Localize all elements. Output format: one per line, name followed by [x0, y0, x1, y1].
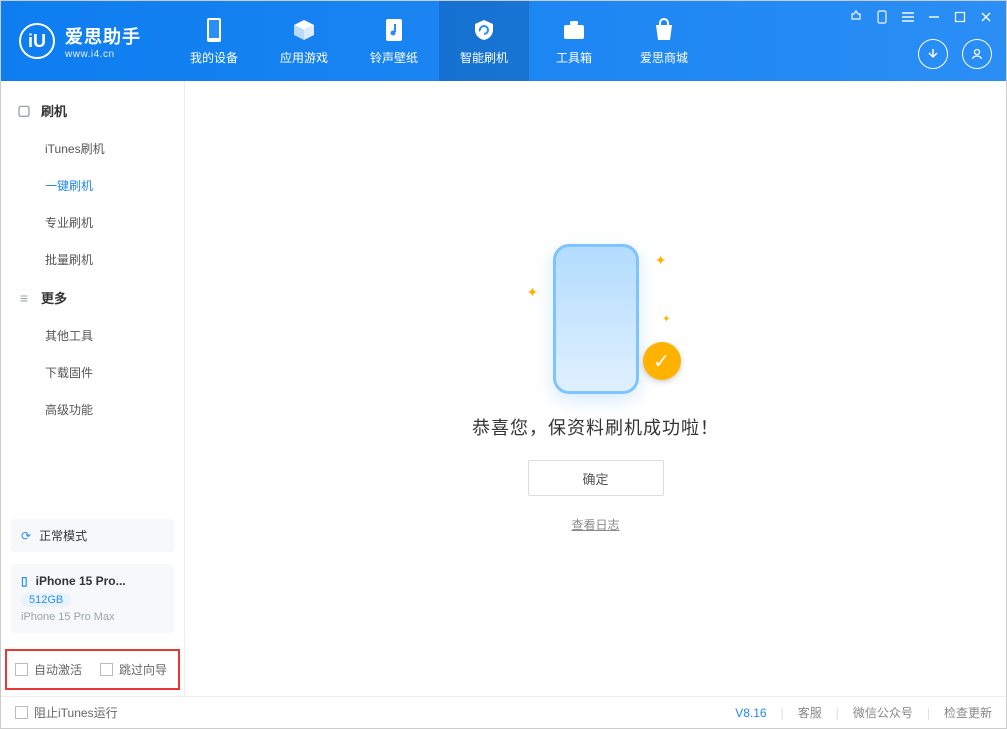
nav-store[interactable]: 爱思商城 [619, 1, 709, 81]
app-subtitle: www.i4.cn [65, 49, 141, 60]
cube-icon [291, 17, 317, 43]
music-icon [381, 17, 407, 43]
sparkle-icon: ✦ [655, 252, 667, 269]
bag-icon [651, 17, 677, 43]
app-title: 爱思助手 [65, 23, 141, 49]
app-window: iU 爱思助手 www.i4.cn 我的设备 应用游戏 铃声壁纸 智能刷机 [0, 0, 1007, 729]
nav-label: 我的设备 [190, 49, 238, 66]
nav-label: 工具箱 [556, 49, 592, 66]
success-message: 恭喜您，保资料刷机成功啦！ [472, 414, 719, 440]
nav-toolbox[interactable]: 工具箱 [529, 1, 619, 81]
sidebar: ▢ 刷机 iTunes刷机 一键刷机 专业刷机 批量刷机 ≡ 更多 其他工具 下… [1, 81, 185, 696]
checkbox-icon [100, 663, 113, 676]
checkbox-block-itunes[interactable]: 阻止iTunes运行 [15, 704, 118, 721]
refresh-icon: ⟳ [21, 529, 31, 543]
checkbox-label: 自动激活 [34, 661, 82, 678]
theme-icon[interactable] [848, 9, 864, 25]
sidebar-item-itunes-flash[interactable]: iTunes刷机 [1, 130, 184, 167]
phone-illustration-icon [553, 244, 639, 394]
checkbox-skip-wizard[interactable]: 跳过向导 [100, 661, 167, 678]
header: iU 爱思助手 www.i4.cn 我的设备 应用游戏 铃声壁纸 智能刷机 [1, 1, 1006, 81]
sparkle-icon: ✦ [527, 284, 539, 301]
maximize-icon[interactable] [952, 9, 968, 25]
checkbox-label: 阻止iTunes运行 [34, 704, 118, 721]
top-nav: 我的设备 应用游戏 铃声壁纸 智能刷机 工具箱 爱思商城 [169, 1, 709, 81]
group-title: 刷机 [41, 101, 67, 120]
checkbox-icon [15, 663, 28, 676]
checkbox-icon [15, 706, 28, 719]
minimize-icon[interactable] [926, 9, 942, 25]
menu-icon[interactable] [900, 9, 916, 25]
checkbox-label: 跳过向导 [119, 661, 167, 678]
device-card[interactable]: ▯ iPhone 15 Pro... 512GB iPhone 15 Pro M… [11, 564, 174, 633]
logo-icon: iU [19, 23, 55, 59]
device-small-icon: ▢ [17, 102, 31, 119]
window-controls [848, 9, 994, 25]
divider: | [781, 706, 784, 720]
account-button[interactable] [962, 39, 992, 69]
sidebar-item-pro-flash[interactable]: 专业刷机 [1, 204, 184, 241]
nav-flash[interactable]: 智能刷机 [439, 1, 529, 81]
nav-label: 铃声壁纸 [370, 49, 418, 66]
group-title: 更多 [41, 288, 67, 307]
header-actions [918, 39, 992, 69]
ok-button[interactable]: 确定 [528, 460, 664, 496]
more-icon: ≡ [17, 290, 31, 306]
main-content: ✦ ✦ ✦ ✓ 恭喜您，保资料刷机成功啦！ 确定 查看日志 [185, 81, 1006, 696]
view-log-link[interactable]: 查看日志 [571, 516, 619, 533]
sidebar-group-flash: ▢ 刷机 [1, 91, 184, 130]
device-name-row: ▯ iPhone 15 Pro... [21, 574, 164, 588]
phone-icon [201, 17, 227, 43]
sidebar-item-download-firmware[interactable]: 下载固件 [1, 354, 184, 391]
sidebar-scroll: ▢ 刷机 iTunes刷机 一键刷机 专业刷机 批量刷机 ≡ 更多 其他工具 下… [1, 81, 184, 513]
sidebar-item-oneclick-flash[interactable]: 一键刷机 [1, 167, 184, 204]
phone-small-icon: ▯ [21, 574, 28, 588]
check-update-link[interactable]: 检查更新 [944, 704, 992, 721]
device-mode[interactable]: ⟳ 正常模式 [11, 519, 174, 552]
nav-label: 应用游戏 [280, 49, 328, 66]
sidebar-group-more: ≡ 更多 [1, 278, 184, 317]
phone-window-icon[interactable] [874, 9, 890, 25]
sidebar-item-batch-flash[interactable]: 批量刷机 [1, 241, 184, 278]
check-badge-icon: ✓ [643, 342, 681, 380]
divider: | [836, 706, 839, 720]
download-button[interactable] [918, 39, 948, 69]
nav-my-device[interactable]: 我的设备 [169, 1, 259, 81]
nav-label: 爱思商城 [640, 49, 688, 66]
wechat-link[interactable]: 微信公众号 [853, 704, 913, 721]
logo: iU 爱思助手 www.i4.cn [19, 23, 141, 60]
checkbox-auto-activate[interactable]: 自动激活 [15, 661, 82, 678]
sparkle-icon: ✦ [662, 314, 670, 325]
device-mode-label: 正常模式 [39, 527, 87, 544]
refresh-shield-icon [471, 17, 497, 43]
footer: 阻止iTunes运行 V8.16 | 客服 | 微信公众号 | 检查更新 [1, 696, 1006, 728]
storage-badge: 512GB [21, 593, 71, 607]
nav-apps[interactable]: 应用游戏 [259, 1, 349, 81]
support-link[interactable]: 客服 [798, 704, 822, 721]
version-label: V8.16 [735, 706, 766, 720]
nav-ringtones[interactable]: 铃声壁纸 [349, 1, 439, 81]
sidebar-item-advanced[interactable]: 高级功能 [1, 391, 184, 428]
device-name: iPhone 15 Pro... [36, 574, 126, 588]
briefcase-icon [561, 17, 587, 43]
close-icon[interactable] [978, 9, 994, 25]
nav-label: 智能刷机 [460, 49, 508, 66]
device-full-name: iPhone 15 Pro Max [21, 611, 164, 623]
logo-text: 爱思助手 www.i4.cn [65, 23, 141, 60]
divider: | [927, 706, 930, 720]
highlighted-options: 自动激活 跳过向导 [5, 649, 180, 690]
sidebar-item-other-tools[interactable]: 其他工具 [1, 317, 184, 354]
success-illustration: ✦ ✦ ✦ ✓ [521, 244, 671, 394]
body: ▢ 刷机 iTunes刷机 一键刷机 专业刷机 批量刷机 ≡ 更多 其他工具 下… [1, 81, 1006, 696]
